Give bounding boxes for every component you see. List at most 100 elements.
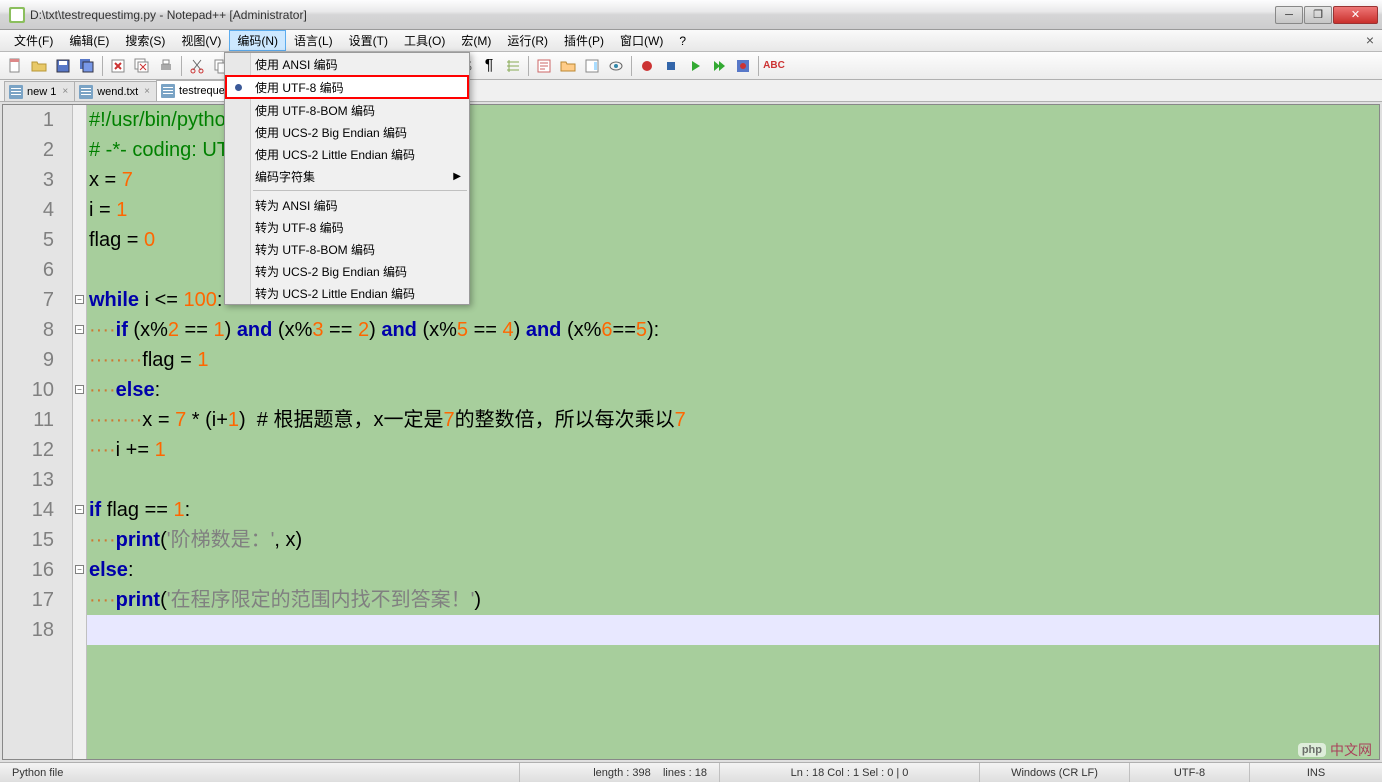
menu-编码n[interactable]: 编码(N) [229,30,286,51]
open-file-button[interactable] [28,55,50,77]
menu-插件p[interactable]: 插件(P) [556,30,612,51]
line-number: 5 [3,225,72,255]
document-close-icon[interactable]: × [1366,32,1374,48]
code-line[interactable]: ····print('在程序限定的范围内找不到答案！') [87,585,1379,615]
maximize-button[interactable]: ❐ [1304,6,1332,24]
encoding-option[interactable]: 编码字符集▶ [225,165,469,187]
fold-column[interactable]: − − − − − [73,105,87,759]
menu-运行r[interactable]: 运行(R) [499,30,556,51]
status-filetype: Python file [0,763,520,782]
menu-窗口w[interactable]: 窗口(W) [612,30,671,51]
status-mode[interactable]: INS [1250,763,1382,782]
code-line[interactable]: if flag == 1: [87,495,1379,525]
doc-map-button[interactable] [581,55,603,77]
line-number: 9 [3,345,72,375]
new-file-button[interactable] [4,55,26,77]
line-number: 8 [3,315,72,345]
status-eol[interactable]: Windows (CR LF) [980,763,1130,782]
menu-工具o[interactable]: 工具(O) [396,30,453,51]
folder-as-workspace-button[interactable] [557,55,579,77]
save-all-button[interactable] [76,55,98,77]
close-file-button[interactable] [107,55,129,77]
status-encoding[interactable]: UTF-8 [1130,763,1250,782]
function-list-button[interactable] [533,55,555,77]
close-button[interactable]: ✕ [1333,6,1378,24]
fold-toggle[interactable]: − [75,565,84,574]
app-icon [9,7,25,23]
tab-close-icon[interactable]: × [62,86,68,97]
code-line[interactable] [87,615,1379,645]
monitoring-button[interactable] [605,55,627,77]
titlebar: D:\txt\testrequestimg.py - Notepad++ [Ad… [0,0,1382,30]
indent-guide-button[interactable] [502,55,524,77]
code-line[interactable]: ········x = 7 * (i+1) # 根据题意，x一定是7的整数倍，所… [87,405,1379,435]
encoding-option[interactable]: 使用 UTF-8 编码 [225,75,469,99]
line-number: 6 [3,255,72,285]
tabbar: new 1×wend.txt×testrequestimg.py× [0,80,1382,102]
print-button[interactable] [155,55,177,77]
toolbar: ¶ ABC [0,52,1382,80]
close-all-button[interactable] [131,55,153,77]
line-number: 13 [3,465,72,495]
tab-wend-txt[interactable]: wend.txt× [74,81,157,101]
encoding-option[interactable]: 转为 UCS-2 Big Endian 编码 [225,260,469,282]
menu-语言l[interactable]: 语言(L) [286,30,341,51]
menu-编辑e[interactable]: 编辑(E) [61,30,117,51]
statusbar: Python file length : 398 lines : 18 Ln :… [0,762,1382,782]
save-button[interactable] [52,55,74,77]
menu-?[interactable]: ? [671,32,694,50]
editor-container: 123456789101112131415161718 −−−−− #!/usr… [0,102,1382,762]
code-line[interactable] [87,465,1379,495]
code-line[interactable]: ····if (x%2 == 1) and (x%3 == 2) and (x%… [87,315,1379,345]
line-number: 7 [3,285,72,315]
encoding-option[interactable]: 转为 UCS-2 Little Endian 编码 [225,282,469,304]
stop-macro-button[interactable] [660,55,682,77]
menu-文件f[interactable]: 文件(F) [6,30,61,51]
status-length: length : 398 [593,767,651,779]
save-macro-button[interactable] [732,55,754,77]
menubar: 文件(F)编辑(E)搜索(S)视图(V)编码(N)语言(L)设置(T)工具(O)… [0,30,1382,52]
fold-toggle[interactable]: − [75,325,84,334]
line-number: 4 [3,195,72,225]
line-number: 11 [3,405,72,435]
play-macro-button[interactable] [684,55,706,77]
spellcheck-button[interactable]: ABC [763,55,785,77]
fold-toggle[interactable]: − [75,295,84,304]
line-number: 2 [3,135,72,165]
fold-toggle[interactable]: − [75,505,84,514]
play-multi-button[interactable] [708,55,730,77]
line-number: 14 [3,495,72,525]
encoding-option[interactable]: 使用 ANSI 编码 [225,53,469,75]
encoding-option[interactable]: 使用 UCS-2 Little Endian 编码 [225,143,469,165]
encoding-menu: 使用 ANSI 编码使用 UTF-8 编码使用 UTF-8-BOM 编码使用 U… [224,52,470,305]
code-line[interactable]: else: [87,555,1379,585]
menu-搜索s[interactable]: 搜索(S) [117,30,173,51]
encoding-option[interactable]: 转为 UTF-8-BOM 编码 [225,238,469,260]
menu-视图v[interactable]: 视图(V) [173,30,229,51]
line-number: 3 [3,165,72,195]
fold-toggle[interactable]: − [75,385,84,394]
file-icon [9,85,23,99]
code-line[interactable]: ····print('阶梯数是：', x) [87,525,1379,555]
watermark-brand: php [1298,743,1326,757]
menu-设置t[interactable]: 设置(T) [341,30,396,51]
cut-button[interactable] [186,55,208,77]
encoding-option[interactable]: 转为 ANSI 编码 [225,194,469,216]
tab-new-1[interactable]: new 1× [4,81,75,101]
encoding-option[interactable]: 使用 UCS-2 Big Endian 编码 [225,121,469,143]
minimize-button[interactable]: ─ [1275,6,1303,24]
code-line[interactable]: ····else: [87,375,1379,405]
code-line[interactable]: ········flag = 1 [87,345,1379,375]
encoding-option[interactable]: 使用 UTF-8-BOM 编码 [225,99,469,121]
line-number: 15 [3,525,72,555]
record-macro-button[interactable] [636,55,658,77]
encoding-option[interactable]: 转为 UTF-8 编码 [225,216,469,238]
code-line[interactable]: ····i += 1 [87,435,1379,465]
status-position: Ln : 18 Col : 1 Sel : 0 | 0 [720,763,980,782]
radio-checked-icon [235,84,242,91]
menu-宏m[interactable]: 宏(M) [453,30,499,51]
show-all-chars-button[interactable]: ¶ [478,55,500,77]
line-number: 10 [3,375,72,405]
line-number: 17 [3,585,72,615]
tab-close-icon[interactable]: × [144,86,150,97]
